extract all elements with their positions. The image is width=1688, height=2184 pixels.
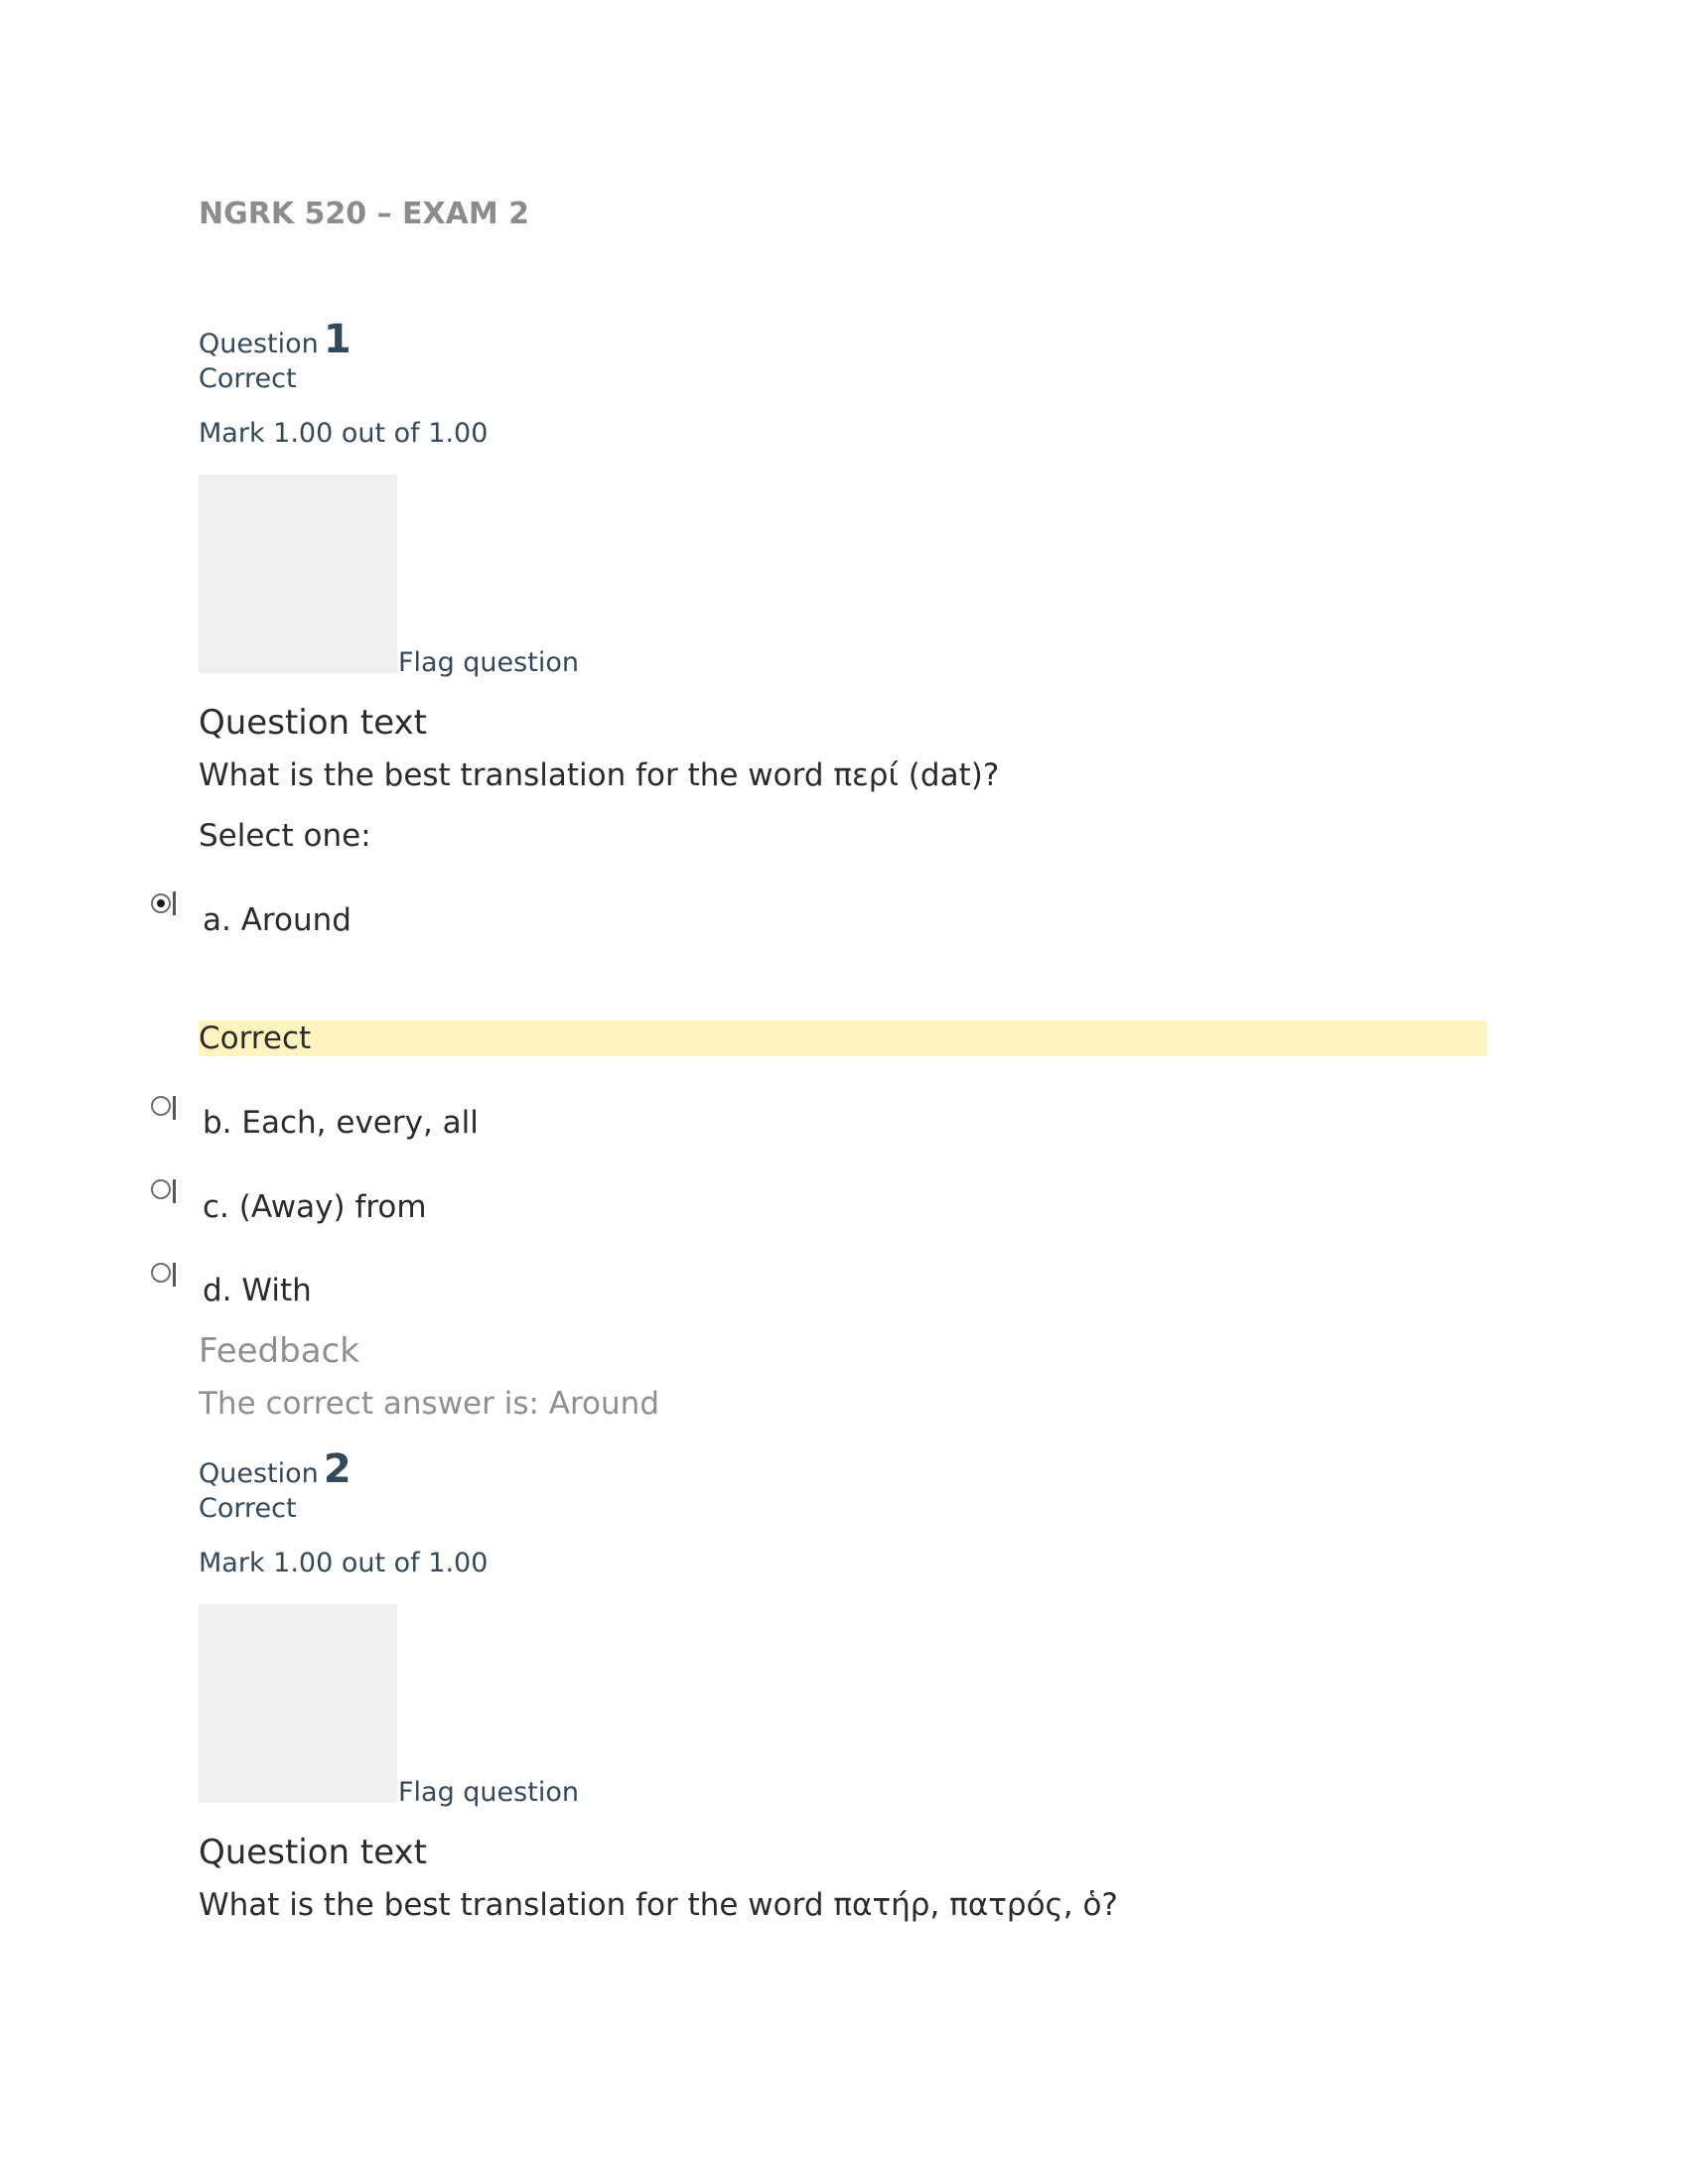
flag-icon[interactable]: [199, 1604, 397, 1803]
radio-cursor-mark: [173, 1263, 176, 1287]
question-text-heading: Question text: [199, 1833, 427, 1872]
feedback-text: The correct answer is: Around: [199, 1386, 660, 1422]
question-text: What is the best translation for the wor…: [199, 757, 1000, 793]
answer-c-label[interactable]: c. (Away) from: [203, 1188, 427, 1226]
select-one-prompt: Select one:: [199, 818, 371, 854]
page-title: NGRK 520 – EXAM 2: [199, 197, 530, 231]
question-label: Question: [199, 1458, 319, 1489]
answer-b-label[interactable]: b. Each, every, all: [203, 1104, 479, 1142]
answer-c-radio[interactable]: [151, 1179, 171, 1199]
question-label: Question: [199, 329, 319, 359]
answer-a-label[interactable]: a. Around: [203, 901, 352, 939]
question-text-heading: Question text: [199, 703, 427, 743]
question-status: Correct: [199, 1493, 297, 1524]
question-mark: Mark 1.00 out of 1.00: [199, 1548, 489, 1578]
radio-cursor-mark: [173, 1096, 176, 1120]
radio-cursor-mark: [173, 891, 176, 915]
question-1-header: Question 1: [199, 318, 352, 369]
flag-icon[interactable]: [199, 475, 397, 673]
question-number: 1: [323, 317, 352, 362]
question-text: What is the best translation for the wor…: [199, 1887, 1118, 1923]
answer-correct-banner: Correct: [199, 1021, 1487, 1056]
question-status: Correct: [199, 363, 297, 394]
question-2-header: Question 2: [199, 1447, 352, 1499]
feedback-heading: Feedback: [199, 1331, 359, 1371]
flag-question-link[interactable]: Flag question: [398, 1777, 579, 1809]
answer-a-radio[interactable]: [151, 893, 171, 913]
flag-question-link[interactable]: Flag question: [398, 647, 579, 679]
answer-b-radio[interactable]: [151, 1096, 171, 1116]
question-mark: Mark 1.00 out of 1.00: [199, 418, 489, 449]
answer-d-label[interactable]: d. With: [203, 1272, 312, 1309]
answer-d-radio[interactable]: [151, 1263, 171, 1283]
question-number: 2: [323, 1446, 352, 1492]
radio-cursor-mark: [173, 1179, 176, 1203]
